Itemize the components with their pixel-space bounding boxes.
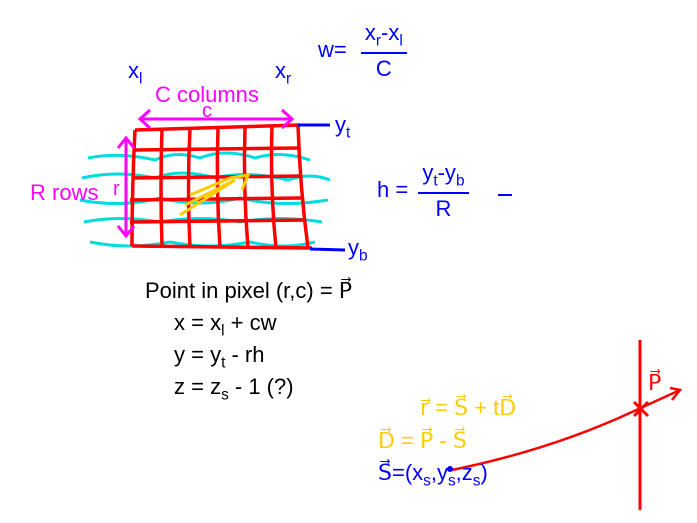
label-xl: xl xyxy=(128,58,142,88)
eq-h: h = yt-yb R xyxy=(377,160,469,222)
label-yb: yb xyxy=(348,235,368,265)
eq-point: Point in pixel (r,c) = P⃗ xyxy=(145,278,352,304)
eq-y: y = yt - rh xyxy=(174,342,264,372)
label-c: c xyxy=(202,100,212,123)
eq-s: S⃗=(xs,ys,zs) xyxy=(378,460,488,490)
eq-x: x = xl + cw xyxy=(174,310,276,340)
label-xr: xr xyxy=(275,58,291,88)
label-yt: yt xyxy=(335,112,350,142)
eq-w: w= xr-xl C xyxy=(318,20,407,82)
eq-z: z = zs - 1 (?) xyxy=(174,374,294,404)
label-rows: R rows xyxy=(30,180,98,206)
eq-d: D⃗ = P⃗ - S⃗ xyxy=(378,428,467,454)
label-p-vec: P⃗ xyxy=(648,370,661,396)
eq-r: r⃗ = S⃗ + tD⃗ xyxy=(420,395,516,421)
label-r: r xyxy=(113,178,120,201)
